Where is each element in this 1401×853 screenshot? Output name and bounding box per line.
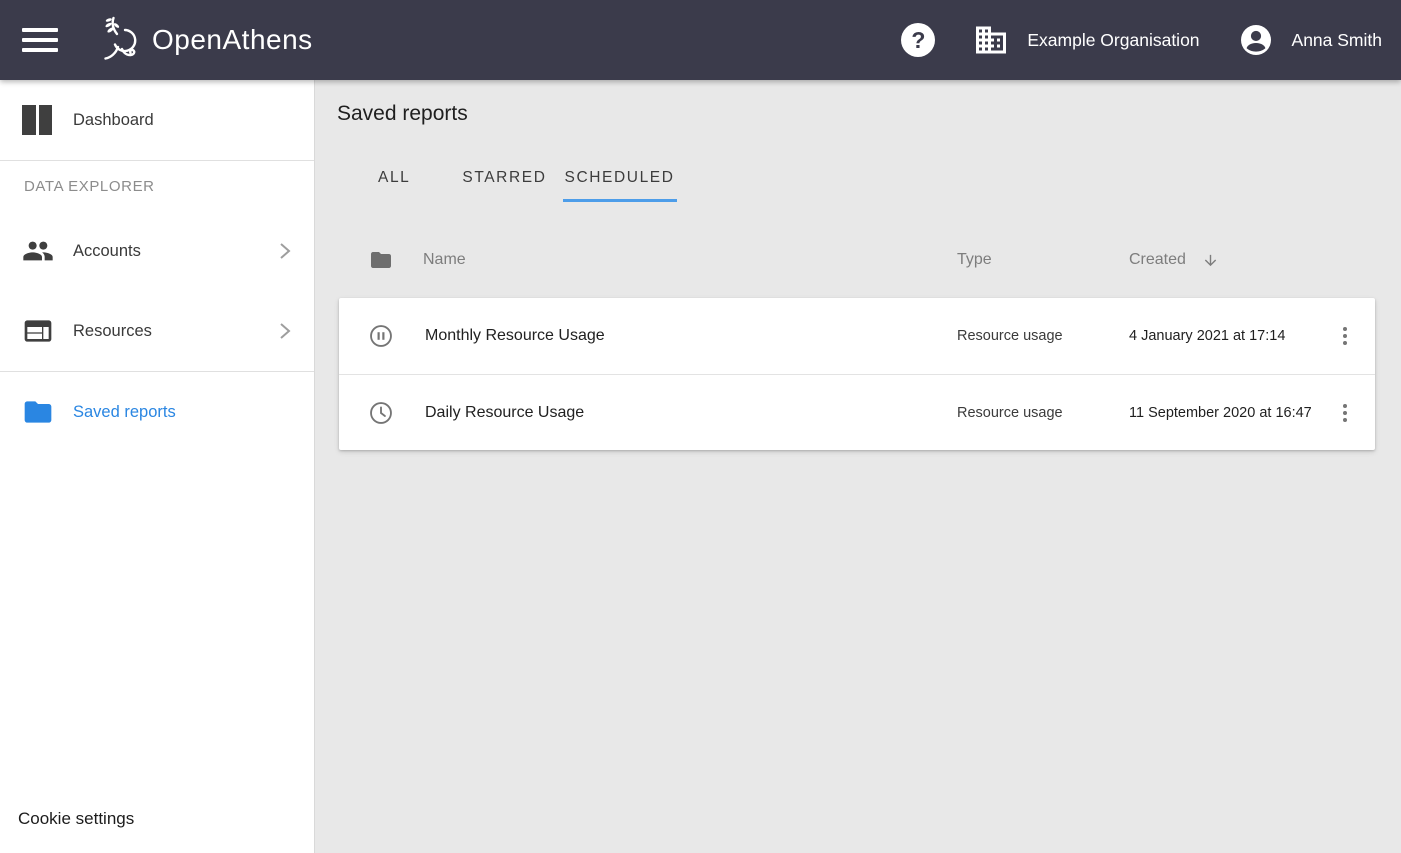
sidebar-item-label: Resources [73,322,279,341]
user-avatar-icon [1238,22,1274,58]
sidebar-item-dashboard[interactable]: Dashboard [0,80,314,160]
saved-reports-list: Monthly Resource Usage Resource usage 4 … [339,298,1375,450]
people-icon [22,235,54,267]
sidebar-item-accounts[interactable]: Accounts [0,211,314,291]
sidebar-section-data-explorer: DATA EXPLORER [0,161,314,211]
chevron-right-icon [279,241,291,261]
sidebar: Dashboard DATA EXPLORER Accounts [0,80,315,853]
folder-header-icon [339,248,423,272]
sidebar-item-label: Dashboard [73,111,291,130]
report-type: Resource usage [957,328,1129,344]
help-icon[interactable]: ? [901,23,935,57]
report-created: 4 January 2021 at 17:14 [1129,328,1315,344]
web-layout-icon [22,315,54,347]
column-header-name[interactable]: Name [423,251,957,269]
clock-icon [339,400,423,426]
column-header-type[interactable]: Type [957,251,1129,269]
table-row[interactable]: Monthly Resource Usage Resource usage 4 … [339,298,1375,374]
sidebar-item-label: Saved reports [73,403,291,422]
logo-wordmark: OpenAthens [152,24,313,56]
cookie-settings-link[interactable]: Cookie settings [18,809,134,829]
folder-icon [22,396,54,428]
app-bar: OpenAthens ? Example Organisation An [0,0,1401,80]
pause-circle-icon [339,323,423,349]
report-name: Daily Resource Usage [423,404,957,422]
sidebar-item-resources[interactable]: Resources [0,291,314,371]
organisation-building-icon [973,22,1009,58]
organisation-name: Example Organisation [1027,30,1199,51]
sidebar-item-label: Accounts [73,242,279,261]
user-name: Anna Smith [1292,30,1382,51]
tab-all[interactable]: ALL [376,154,412,202]
saved-reports-tabs: ALL STARRED SCHEDULED [376,154,1401,202]
table-header-row: Name Type Created [339,230,1375,290]
page-title: Saved reports [337,102,1401,126]
sidebar-item-saved-reports[interactable]: Saved reports [0,372,314,452]
sort-descending-icon [1202,252,1219,269]
tab-starred[interactable]: STARRED [460,154,548,202]
row-menu-icon[interactable] [1337,398,1353,428]
openathens-logo-mark-icon [94,13,146,67]
column-header-created[interactable]: Created [1129,251,1315,269]
organisation-menu[interactable]: Example Organisation [973,22,1199,58]
user-menu[interactable]: Anna Smith [1238,22,1382,58]
row-menu-icon[interactable] [1337,321,1353,351]
tab-scheduled[interactable]: SCHEDULED [563,154,677,202]
report-created: 11 September 2020 at 16:47 [1129,405,1315,421]
openathens-logo[interactable]: OpenAthens [94,13,313,67]
menu-icon[interactable] [22,22,58,58]
report-name: Monthly Resource Usage [423,327,957,345]
chevron-right-icon [279,321,291,341]
dashboard-grid-icon [22,105,54,135]
table-row[interactable]: Daily Resource Usage Resource usage 11 S… [339,374,1375,450]
report-type: Resource usage [957,405,1129,421]
main-content: Saved reports ALL STARRED SCHEDULED Name… [315,80,1401,853]
